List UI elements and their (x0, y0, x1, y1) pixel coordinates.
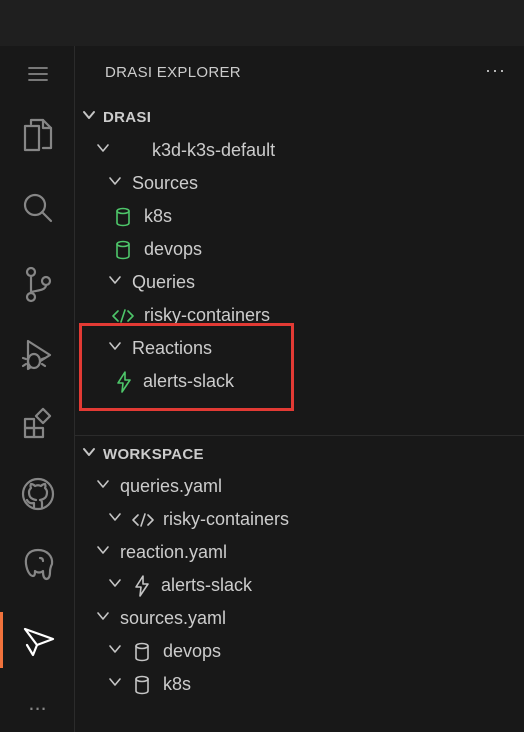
tree-item-file[interactable]: sources.yaml (75, 602, 524, 635)
source-label: devops (144, 239, 203, 259)
code-icon (112, 308, 134, 324)
file-label: reaction.yaml (120, 542, 228, 562)
database-icon (134, 642, 150, 662)
workspace-section-label: WORKSPACE (103, 445, 204, 463)
database-icon (134, 675, 150, 695)
query-label: risky-containers (163, 509, 290, 529)
menu-icon[interactable] (0, 46, 75, 102)
drasi-section-header[interactable]: DRASI (75, 103, 524, 131)
tree-item-source[interactable]: devops (75, 635, 524, 668)
activity-bar: ... (0, 46, 75, 732)
chevron-down-icon (81, 107, 97, 128)
extensions-icon[interactable] (0, 396, 75, 452)
queries-label: Queries (132, 272, 196, 292)
lightning-icon (134, 574, 150, 597)
chevron-down-icon (95, 140, 111, 161)
reaction-label: alerts-slack (161, 575, 253, 595)
database-icon (115, 207, 131, 227)
section-divider (75, 435, 524, 436)
chevron-down-icon (95, 476, 111, 497)
file-label: sources.yaml (120, 608, 227, 628)
tree-item-queries[interactable]: Queries (75, 266, 524, 299)
chevron-down-icon (95, 542, 111, 563)
chevron-down-icon (81, 444, 97, 465)
title-bar (0, 0, 524, 46)
explorer-icon[interactable] (0, 107, 75, 163)
source-label: devops (163, 641, 222, 661)
search-icon[interactable] (0, 180, 75, 236)
sources-label: Sources (132, 173, 199, 193)
file-label: queries.yaml (120, 476, 223, 496)
chevron-down-icon (107, 674, 123, 695)
postgres-icon[interactable] (0, 537, 75, 593)
chevron-down-icon (107, 641, 123, 662)
run-debug-icon[interactable] (0, 328, 75, 384)
chevron-down-icon (107, 575, 123, 596)
tree-item-query[interactable]: risky-containers (75, 503, 524, 536)
highlight-box (79, 323, 294, 411)
github-icon[interactable] (0, 466, 75, 522)
cluster-label: k3d-k3s-default (152, 140, 276, 160)
chevron-down-icon (107, 272, 123, 293)
chevron-down-icon (95, 608, 111, 629)
source-label: k8s (163, 674, 192, 694)
chevron-down-icon (107, 173, 123, 194)
tree-item-sources[interactable]: Sources (75, 167, 524, 200)
tree-item-source[interactable]: k8s (75, 200, 524, 233)
drasi-icon[interactable] (0, 612, 75, 668)
tree-item-file[interactable]: reaction.yaml (75, 536, 524, 569)
tree-item-reaction[interactable]: alerts-slack (75, 569, 524, 602)
chevron-down-icon (107, 509, 123, 530)
source-label: k8s (144, 206, 173, 226)
more-actions-button[interactable]: ··· (485, 60, 506, 81)
tree-item-cluster[interactable]: k3d-k3s-default (75, 134, 524, 167)
drasi-section-label: DRASI (103, 108, 152, 126)
sidebar-title: DRASI EXPLORER (105, 64, 241, 81)
database-icon (115, 240, 131, 260)
code-icon (132, 512, 154, 528)
tree-item-source[interactable]: devops (75, 233, 524, 266)
source-control-icon[interactable] (0, 256, 75, 312)
workspace-section-header[interactable]: WORKSPACE (75, 440, 524, 468)
tree-item-source[interactable]: k8s (75, 668, 524, 701)
more-icon[interactable]: ... (0, 683, 75, 723)
more-label: ... (28, 690, 47, 715)
tree-item-file[interactable]: queries.yaml (75, 470, 524, 503)
